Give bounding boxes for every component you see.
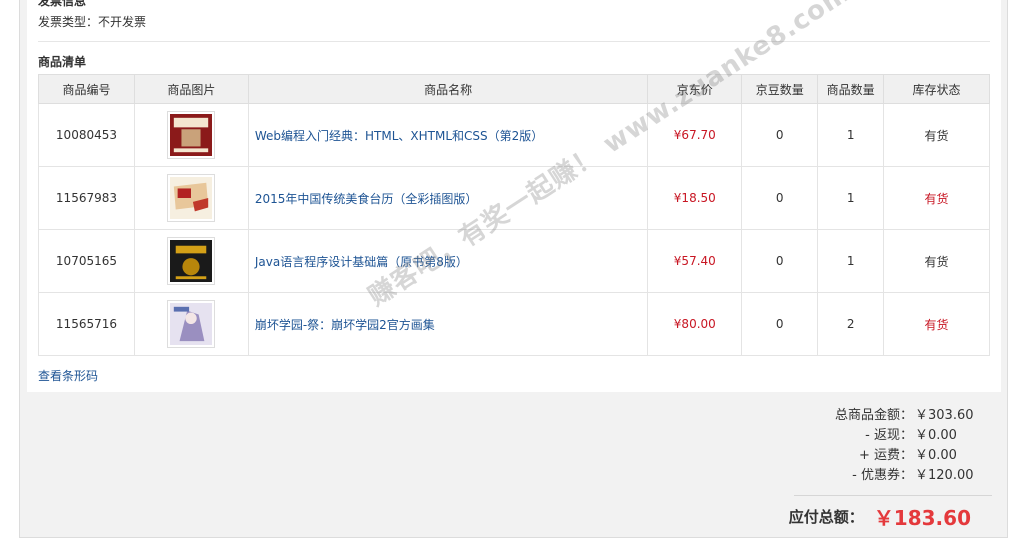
payable-total: 应付总额： ￥183.60 (789, 502, 971, 531)
payable-total-value: ￥183.60 (873, 506, 971, 530)
goods-section-title: 商品清单 (38, 55, 87, 69)
product-thumbnail[interactable] (167, 111, 216, 159)
product-qty: 1 (817, 229, 885, 293)
summary-label: - 优惠券： (852, 468, 913, 483)
summary-value: ￥120.00 (915, 468, 974, 483)
product-qty: 2 (817, 292, 885, 356)
product-name-link[interactable]: 崩坏学园-祭：崩坏学园2官方画集 (247, 292, 649, 356)
product-price: ¥57.40 (647, 229, 743, 293)
product-beans: 0 (741, 229, 819, 293)
product-name-link[interactable]: Java语言程序设计基础篇（原书第8版） (247, 229, 649, 293)
col-header-image: 商品图片 (133, 74, 249, 104)
col-header-qty: 商品数量 (817, 74, 885, 104)
section-divider (38, 41, 990, 42)
col-header-price: 京东价 (647, 74, 743, 104)
table-header-row: 商品编号 商品图片 商品名称 京东价 京豆数量 商品数量 库存状态 (38, 74, 990, 104)
product-beans: 0 (741, 103, 819, 167)
product-id: 11565716 (38, 292, 135, 356)
product-name-link[interactable]: Web编程入门经典：HTML、XHTML和CSS（第2版） (247, 103, 649, 167)
summary-label: - 返现： (865, 428, 913, 443)
summary-row-cashback: - 返现： ￥0.00 (751, 426, 971, 446)
summary-value: ￥0.00 (915, 428, 957, 443)
table-row: 11565716 崩坏学园-祭：崩坏学园2官方画集 ¥80.00 0 2 有货 (38, 292, 990, 356)
product-thumbnail[interactable] (167, 237, 216, 285)
artbook-cover-icon (170, 303, 213, 345)
summary-label: + 运费： (858, 448, 913, 463)
order-summary: 总商品金额： ￥303.60 - 返现： ￥0.00 + 运费： ￥0.00 - 优惠… (751, 406, 974, 486)
col-header-beans: 京豆数量 (741, 74, 819, 104)
view-barcode-link[interactable]: 查看条形码 (38, 367, 98, 384)
summary-row-coupon: - 优惠券： ￥120.00 (751, 466, 974, 486)
product-image-cell (133, 103, 249, 167)
payable-total-label: 应付总额： (788, 508, 864, 526)
stock-status: 有货 (883, 103, 990, 167)
goods-table: 商品编号 商品图片 商品名称 京东价 京豆数量 商品数量 库存状态 100804… (38, 74, 990, 356)
stock-status: 有货 (883, 229, 990, 293)
calendar-cover-icon (170, 177, 213, 219)
col-header-name: 商品名称 (247, 74, 649, 104)
summary-row-shipping: + 运费： ￥0.00 (751, 446, 971, 466)
table-row: 10705165 Java语言程序设计基础篇（原书第8版） ¥57.40 0 1… (38, 229, 990, 293)
product-beans: 0 (741, 166, 819, 230)
stock-status: 有货 (883, 166, 990, 230)
summary-label: 总商品金额： (834, 408, 913, 423)
product-qty: 1 (817, 166, 885, 230)
product-name-link[interactable]: 2015年中国传统美食台历（全彩插图版） (247, 166, 649, 230)
product-thumbnail[interactable] (167, 174, 216, 222)
summary-value: ￥303.60 (915, 408, 974, 423)
summary-row-total-goods: 总商品金额： ￥303.60 (751, 406, 974, 426)
product-image-cell (133, 166, 249, 230)
order-info-card: 发票信息 发票类型：不开发票 商品清单 商品编号 商品图片 商品名称 京东价 京… (27, 0, 1001, 392)
book-cover-icon (170, 240, 213, 282)
product-image-cell (133, 229, 249, 293)
product-image-cell (133, 292, 249, 356)
book-cover-icon (170, 114, 213, 156)
invoice-section-title: 发票信息 (38, 0, 87, 8)
summary-divider (794, 495, 992, 496)
col-header-stock: 库存状态 (883, 74, 990, 104)
product-qty: 1 (817, 103, 885, 167)
product-price: ¥67.70 (647, 103, 743, 167)
product-price: ¥18.50 (647, 166, 743, 230)
product-id: 10080453 (38, 103, 135, 167)
stock-status: 有货 (883, 292, 990, 356)
summary-value: ￥0.00 (915, 448, 957, 463)
product-id: 10705165 (38, 229, 135, 293)
product-thumbnail[interactable] (167, 300, 216, 348)
product-beans: 0 (741, 292, 819, 356)
invoice-type-value: 不开发票 (98, 15, 147, 29)
table-row: 11567983 2015年中国传统美食台历（全彩插图版） ¥18.50 0 1… (38, 166, 990, 230)
invoice-type-row: 发票类型：不开发票 (38, 13, 146, 30)
invoice-type-label: 发票类型： (38, 15, 99, 29)
order-detail-panel: 发票信息 发票类型：不开发票 商品清单 商品编号 商品图片 商品名称 京东价 京… (19, 0, 1008, 538)
col-header-id: 商品编号 (38, 74, 135, 104)
product-id: 11567983 (38, 166, 135, 230)
table-row: 10080453 Web编程入门经典：HTML、XHTML和CSS（第2版） ¥… (38, 103, 990, 167)
product-price: ¥80.00 (647, 292, 743, 356)
